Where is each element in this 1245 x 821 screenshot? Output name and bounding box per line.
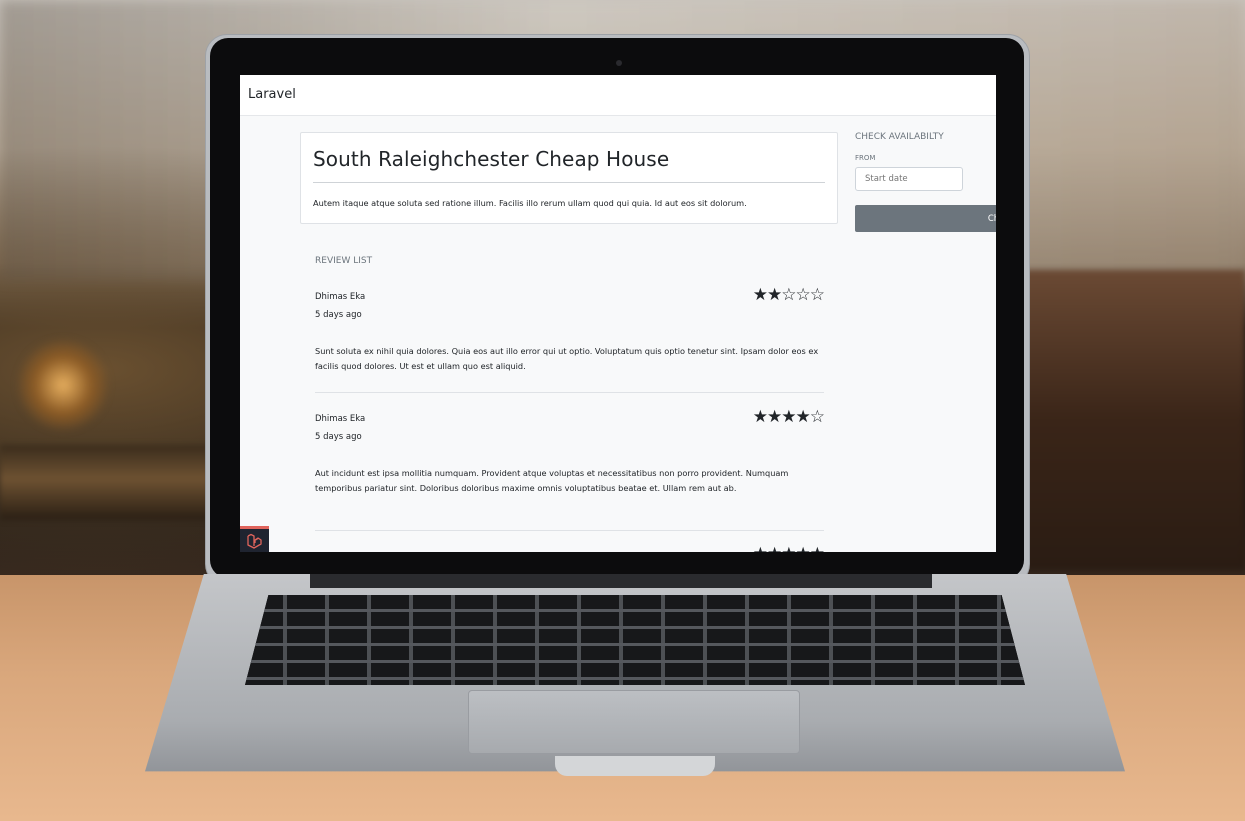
- house-card: South Raleighchester Cheap House Autem i…: [300, 132, 838, 224]
- laravel-logo-icon[interactable]: [240, 526, 269, 552]
- background-shelf: [0, 445, 210, 520]
- laptop-hinge: [310, 574, 932, 588]
- webcam-icon: [616, 60, 622, 66]
- availability-title: CHECK AVAILABILTY: [855, 132, 944, 142]
- review-body: Aut incidunt est ipsa mollitia numquam. …: [315, 468, 789, 493]
- star-rating: ★★☆☆☆: [752, 285, 825, 305]
- reviewer-name: Dhimas Eka: [315, 292, 366, 302]
- start-date-input[interactable]: [855, 167, 963, 191]
- laptop-trackpad: [468, 690, 800, 754]
- review-list-title: REVIEW LIST: [315, 256, 373, 266]
- brand-link[interactable]: Laravel: [248, 87, 296, 102]
- laptop-front-lip: [555, 756, 715, 776]
- review-time: 5 days ago: [315, 310, 362, 320]
- house-description: Autem itaque atque soluta sed ratione il…: [313, 198, 747, 208]
- from-label: FROM: [855, 154, 876, 162]
- review-item: Dhimas Eka 5 days ago ★★★★☆ Aut incidunt…: [315, 407, 825, 531]
- review-item: ★★★★★: [315, 544, 825, 552]
- house-divider: [313, 182, 825, 183]
- keyboard-rows: [245, 595, 1025, 685]
- review-time: 5 days ago: [315, 432, 362, 442]
- house-title: South Raleighchester Cheap House: [313, 147, 670, 171]
- star-rating: ★★★★★: [753, 544, 825, 552]
- laravel-logo-icon: [247, 533, 262, 549]
- reviewer-name: Dhimas Eka: [315, 414, 366, 424]
- background-cabinet: [1015, 270, 1245, 570]
- review-body: Sunt soluta ex nihil quia dolores. Quia …: [315, 346, 819, 371]
- review-item: Dhimas Eka 5 days ago ★★☆☆☆ Sunt soluta …: [315, 285, 825, 393]
- check-button[interactable]: Check: [855, 205, 996, 232]
- navbar: Laravel: [240, 75, 996, 116]
- star-rating: ★★★★☆: [752, 407, 825, 427]
- browser-viewport: Laravel South Raleighchester Cheap House…: [240, 75, 996, 552]
- background-lamp-glow: [18, 340, 108, 430]
